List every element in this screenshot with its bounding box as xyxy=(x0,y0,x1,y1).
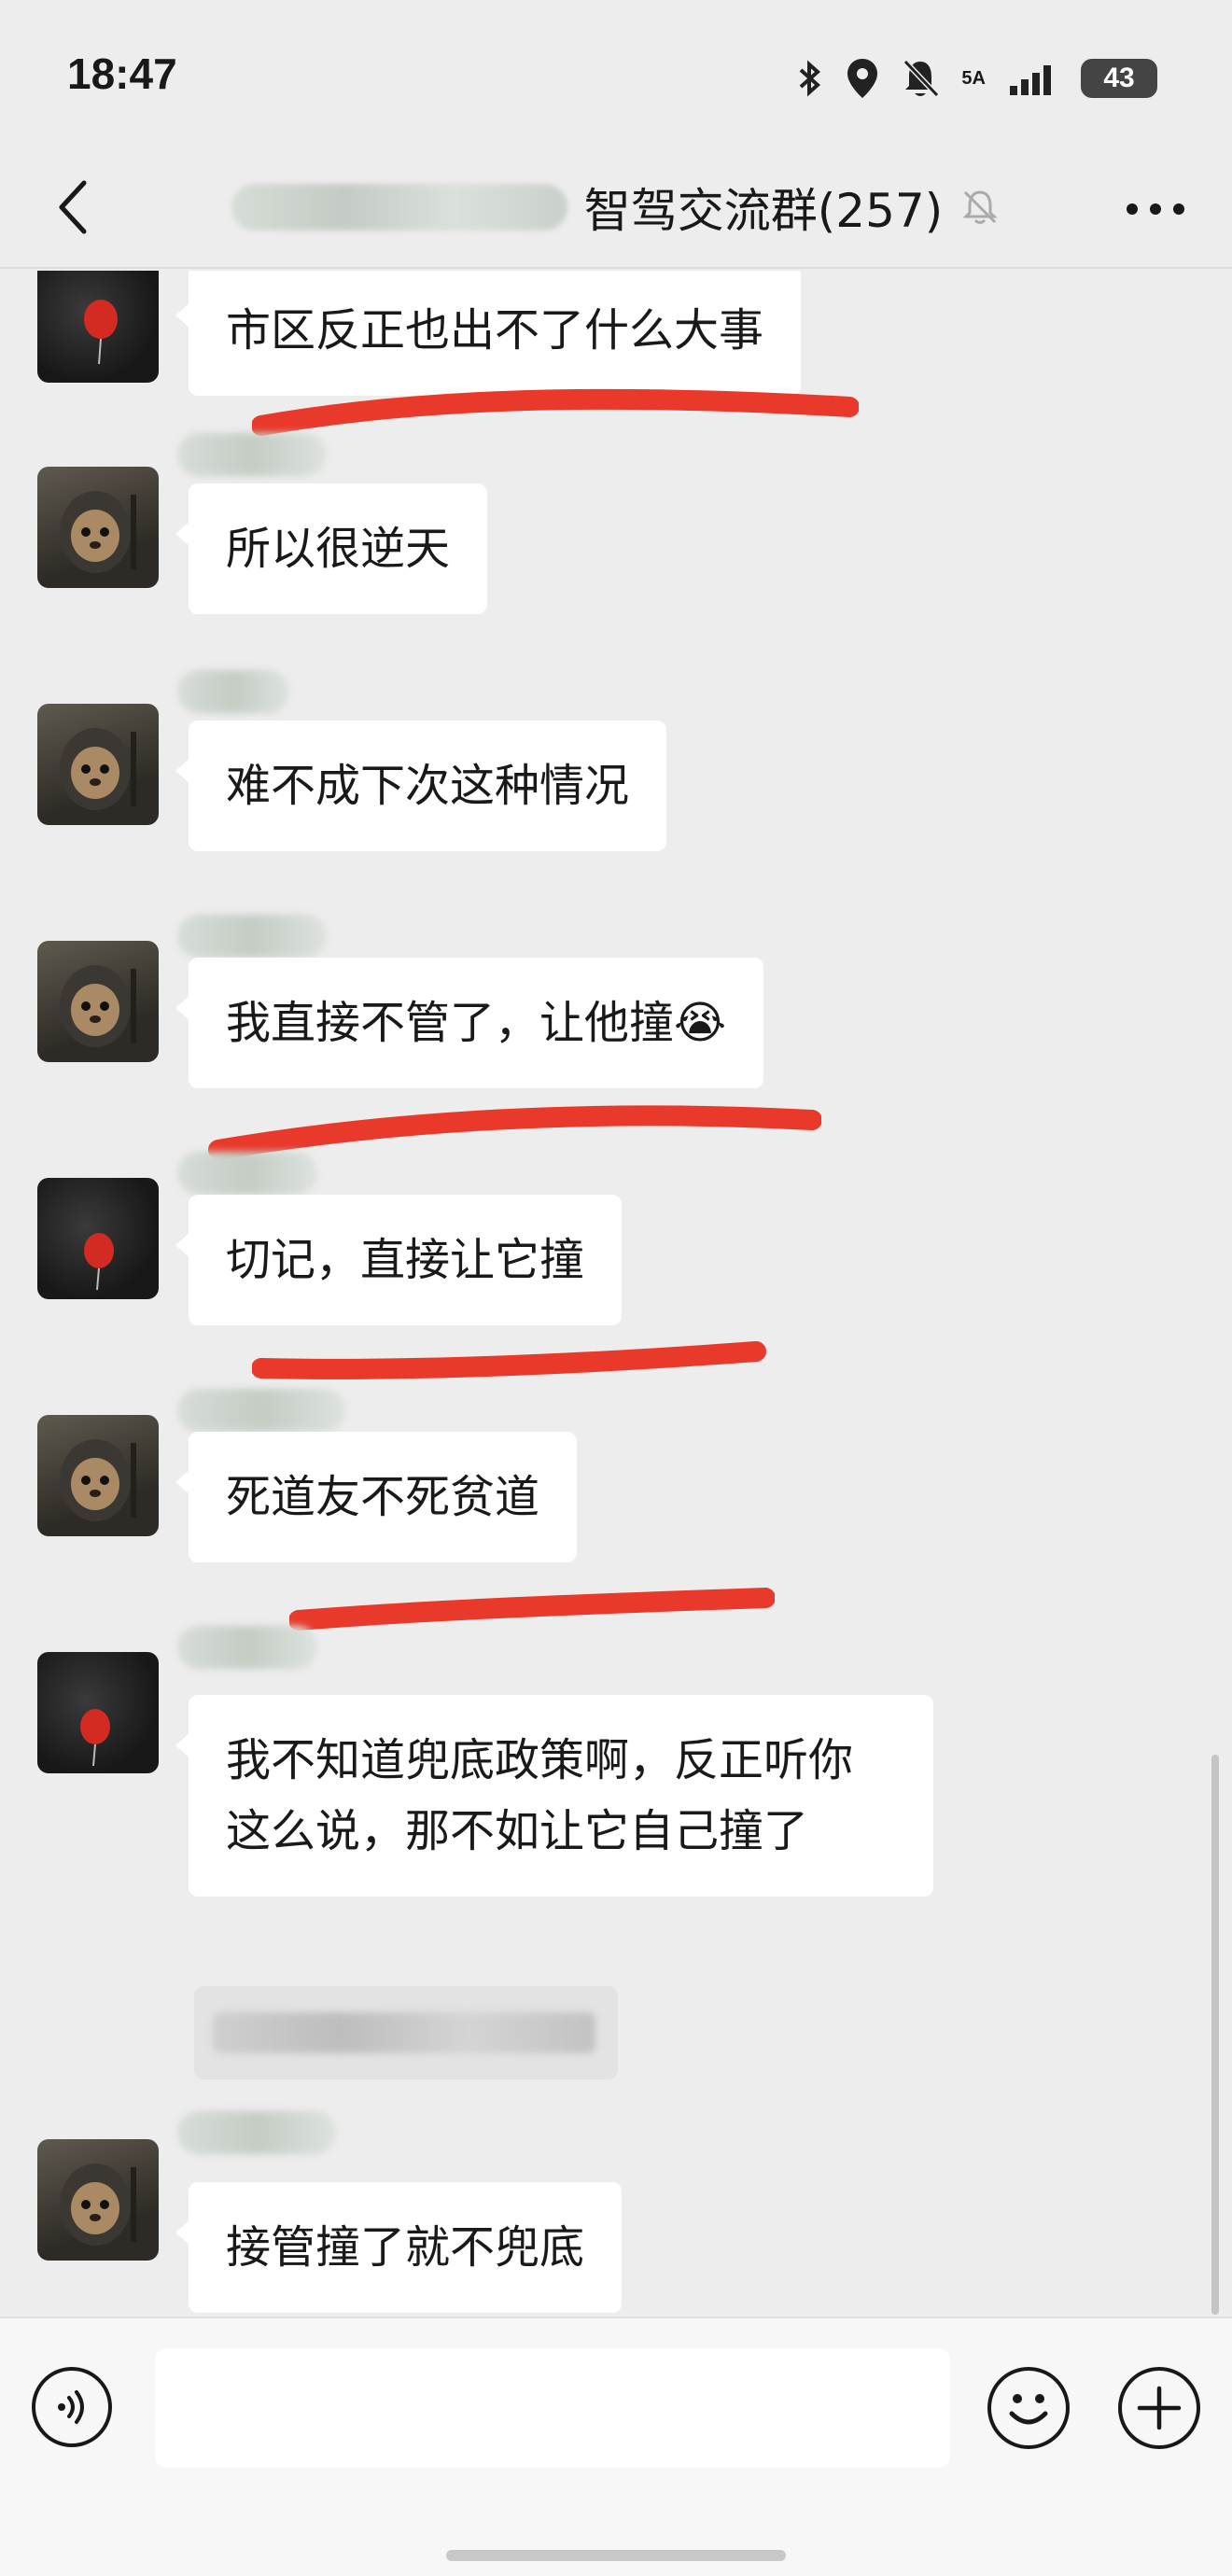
message-text: 死道友不死贫道 xyxy=(226,1471,540,1523)
sender-name-redacted xyxy=(177,670,289,713)
voice-button[interactable] xyxy=(32,2367,112,2447)
avatar[interactable] xyxy=(37,2139,159,2261)
message-text: 我不知道兜底政策啊，反正听你这么说，那不如让它自己撞了 xyxy=(226,1734,854,1857)
message-bubble[interactable]: 切记，直接让它撞 xyxy=(175,1195,623,1325)
signal-icon xyxy=(1010,65,1051,95)
highlight-underline xyxy=(289,1588,775,1631)
input-bar xyxy=(0,2317,1232,2576)
avatar[interactable] xyxy=(37,941,159,1062)
network-label: 5A xyxy=(961,67,986,89)
mute-icon xyxy=(962,190,998,224)
emoji-icon xyxy=(1009,2394,1048,2425)
hooded-bear-icon xyxy=(60,491,136,573)
message-bubble[interactable]: 我不知道兜底政策啊，反正听你这么说，那不如让它自己撞了 xyxy=(175,1695,933,1897)
message-text: 难不成下次这种情况 xyxy=(226,760,630,812)
avatar[interactable] xyxy=(37,1652,159,1773)
message-text: 市区反正也出不了什么大事 xyxy=(226,304,764,357)
message-text: 接管撞了就不兜底 xyxy=(226,2221,585,2274)
avatar[interactable] xyxy=(37,1415,159,1536)
bluetooth-icon xyxy=(800,60,821,97)
status-icons: 5A 43 xyxy=(795,56,1157,101)
sender-name-redacted xyxy=(177,1389,345,1432)
scrollbar[interactable] xyxy=(1211,1755,1219,2315)
avatar[interactable] xyxy=(37,704,159,825)
sender-name-redacted xyxy=(177,915,327,958)
sender-name-redacted xyxy=(177,1626,317,1669)
more-button[interactable] xyxy=(1116,174,1195,245)
status-bar: 18:47 5A 43 xyxy=(0,0,1232,149)
message-text: 切记，直接让它撞 xyxy=(226,1234,585,1286)
title-wrap: 智驾交流群(257) xyxy=(0,174,1232,241)
plus-button[interactable] xyxy=(1118,2367,1200,2449)
chat-header: 智驾交流群(257) xyxy=(0,149,1232,269)
hooded-bear-icon xyxy=(60,1439,136,1521)
sender-name-redacted xyxy=(177,2111,336,2154)
system-notice-redacted xyxy=(194,1986,618,2079)
redacted-text xyxy=(213,2012,595,2053)
hooded-bear-icon xyxy=(60,2163,136,2246)
battery-icon: 43 xyxy=(1081,59,1157,98)
redacted-title-prefix xyxy=(231,184,567,231)
message-list[interactable]: 市区反正也出不了什么大事 所以很逆天 难不成下次这种情况 我直接不管了，让他撞😭… xyxy=(0,271,1232,2315)
mute-bell-icon xyxy=(903,59,940,98)
voice-icon xyxy=(58,2390,84,2424)
sender-name-redacted xyxy=(177,1152,317,1195)
more-icon xyxy=(1127,203,1184,215)
message-text: 所以很逆天 xyxy=(226,523,451,575)
highlight-underline xyxy=(252,1341,766,1379)
message-bubble[interactable]: 所以很逆天 xyxy=(175,483,488,614)
message-bubble[interactable]: 我直接不管了，让他撞😭 xyxy=(175,958,764,1088)
avatar[interactable] xyxy=(37,271,159,383)
red-balloon-icon xyxy=(84,300,118,365)
hooded-bear-icon xyxy=(60,965,136,1047)
avatar[interactable] xyxy=(37,467,159,588)
message-bubble[interactable]: 难不成下次这种情况 xyxy=(175,721,667,851)
emoji-button[interactable] xyxy=(987,2367,1070,2449)
message-bubble[interactable]: 接管撞了就不兜底 xyxy=(175,2182,623,2313)
chat-title: 智驾交流群(257) xyxy=(583,184,944,238)
sender-name-redacted xyxy=(177,433,327,476)
location-icon xyxy=(847,59,878,98)
red-balloon-icon xyxy=(80,1709,110,1767)
message-input[interactable] xyxy=(155,2348,950,2468)
hooded-bear-icon xyxy=(60,728,136,810)
message-bubble[interactable]: 死道友不死贫道 xyxy=(175,1432,578,1562)
highlight-underline xyxy=(252,388,859,436)
status-time: 18:47 xyxy=(67,49,177,98)
avatar[interactable] xyxy=(37,1178,159,1299)
message-bubble[interactable]: 市区反正也出不了什么大事 xyxy=(175,271,802,396)
home-indicator[interactable] xyxy=(446,2550,786,2561)
red-balloon-icon xyxy=(84,1233,114,1291)
message-text: 我直接不管了，让他撞😭 xyxy=(226,997,727,1049)
plus-icon xyxy=(1137,2386,1182,2430)
signal-group: 5A xyxy=(961,68,986,90)
